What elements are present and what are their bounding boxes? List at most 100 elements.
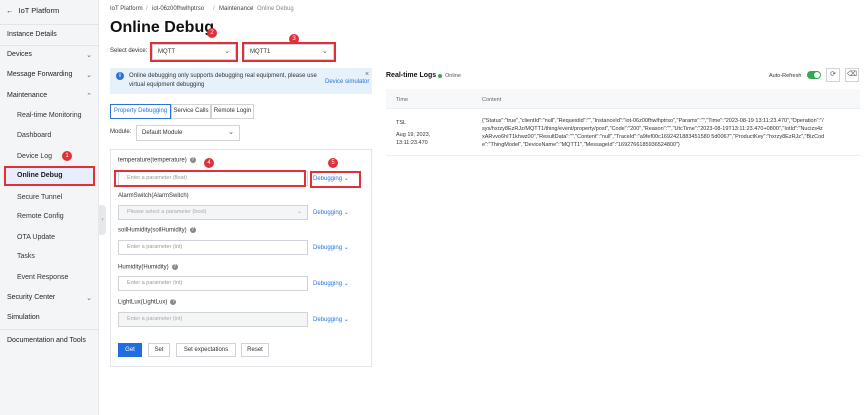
close-icon[interactable]: ×: [365, 71, 369, 78]
highlight-box: [242, 42, 336, 62]
property-label: Humidity(Humidity)?: [118, 264, 178, 271]
sidebar: ← IoT Platform Instance Details Devices …: [0, 0, 99, 415]
debugging-label: Debugging: [313, 210, 343, 216]
debugging-dropdown[interactable]: Debugging ⌄: [313, 209, 349, 216]
sidebar-item-documentation[interactable]: Documentation and Tools: [7, 337, 86, 344]
debugging-label: Debugging: [313, 245, 343, 251]
chevron-down-icon: ⌄: [86, 72, 92, 79]
debugging-label: Debugging: [313, 281, 343, 287]
divider: [0, 24, 99, 25]
auto-refresh-label: Auto-Refresh: [769, 73, 802, 79]
light-lux-input[interactable]: Enter a parameter (int): [118, 312, 308, 327]
sidebar-item-remote-config[interactable]: Remote Config: [17, 213, 64, 220]
breadcrumb-item[interactable]: IoT Platform: [110, 6, 143, 12]
set-expectations-button[interactable]: Set expectations: [176, 343, 236, 357]
get-button[interactable]: Get: [118, 343, 142, 357]
sidebar-item-security-center[interactable]: Security Center: [7, 294, 55, 301]
select-device-label: Select device:: [110, 48, 148, 54]
reset-button[interactable]: Reset: [241, 343, 269, 357]
refresh-icon[interactable]: ⟳: [826, 68, 840, 82]
column-header: Content: [482, 97, 502, 103]
help-icon[interactable]: ?: [189, 157, 196, 163]
log-time: 13:11:23.470: [396, 140, 428, 146]
sidebar-item-label: Online Debug: [17, 172, 63, 179]
chevron-down-icon: ⌄: [228, 129, 234, 136]
breadcrumb-current: Online Debug: [257, 6, 294, 12]
chevron-down-icon: ⌄: [343, 281, 349, 287]
tab-property-debugging[interactable]: Property Debugging: [110, 104, 171, 119]
tab-remote-login[interactable]: Remote Login: [211, 104, 254, 119]
back-label: IoT Platform: [18, 6, 60, 15]
chevron-down-icon: ⌄: [296, 209, 302, 215]
property-label: temperature(temperature)?: [118, 157, 196, 164]
log-content-line: {"Status":"true","clientId":"null","Requ…: [482, 118, 824, 124]
tab-service-calls[interactable]: Service Calls: [171, 104, 211, 119]
sidebar-item-secure-tunnel[interactable]: Secure Tunnel: [17, 194, 62, 201]
arrow-left-icon: ←: [6, 6, 14, 15]
sidebar-item-real-time-monitoring[interactable]: Real-time Monitoring: [17, 112, 82, 119]
help-icon[interactable]: ?: [171, 264, 178, 270]
module-label: Module:: [110, 129, 132, 135]
humidity-input[interactable]: Enter a parameter (int): [118, 276, 308, 291]
online-dot-icon: [438, 73, 442, 78]
sidebar-item-devices[interactable]: Devices: [7, 51, 32, 58]
log-content-line: e":"ThingModel","DeviceName":"MQTT1","Me…: [482, 142, 680, 148]
sidebar-item-message-forwarding[interactable]: Message Forwarding: [7, 71, 72, 78]
device-simulator-link[interactable]: Device simulator: [325, 79, 369, 85]
breadcrumb-separator: /: [213, 6, 215, 12]
breadcrumb-item[interactable]: Maintenance: [219, 6, 253, 12]
info-icon: i: [116, 72, 124, 80]
module-select-value: Default Module: [142, 130, 183, 136]
annotation-badge: 5: [328, 158, 338, 168]
page-title: Online Debug: [110, 19, 214, 36]
help-icon[interactable]: ?: [189, 227, 196, 233]
sidebar-item-online-debug[interactable]: Online Debug: [4, 166, 95, 186]
logs-title: Real-time Logs: [386, 72, 437, 79]
sidebar-item-tasks[interactable]: Tasks: [17, 253, 35, 260]
highlight-box: [310, 171, 361, 188]
info-banner: i Online debugging only supports debuggi…: [110, 68, 372, 94]
sidebar-item-device-log[interactable]: Device Log: [17, 153, 52, 160]
breadcrumb-separator: /: [251, 6, 253, 12]
set-button[interactable]: Set: [148, 343, 170, 357]
sidebar-item-simulation[interactable]: Simulation: [7, 314, 40, 321]
clear-logs-icon[interactable]: ⌫: [845, 68, 859, 82]
alarm-switch-select[interactable]: Please select a parameter (bool) ⌄: [118, 205, 308, 220]
select-placeholder: Please select a parameter (bool): [127, 209, 207, 215]
chevron-down-icon: ⌄: [343, 317, 349, 323]
property-label: LightLux(LightLux)?: [118, 299, 177, 306]
property-label-text: LightLux(LightLux): [118, 299, 168, 306]
divider: [0, 45, 99, 46]
property-label-text: Humidity(Humidity): [118, 264, 169, 271]
debugging-dropdown[interactable]: Debugging ⌄: [313, 316, 349, 323]
auto-refresh-toggle[interactable]: [807, 71, 821, 79]
debugging-dropdown[interactable]: Debugging ⌄: [313, 280, 349, 287]
annotation-badge: 1: [62, 151, 72, 161]
back-to-platform[interactable]: ← IoT Platform: [6, 6, 59, 15]
column-header: Time: [396, 97, 409, 103]
logs-table-header: [386, 89, 860, 109]
log-type: TSL: [396, 120, 407, 126]
annotation-badge: 2: [207, 28, 217, 38]
property-label: AlarmSwitch(AlarmSwitch): [118, 193, 189, 199]
divider: [386, 155, 860, 156]
sidebar-item-maintenance[interactable]: Maintenance: [7, 92, 47, 99]
log-content-line: xARvvo6hIT1khwz00","ResultData":"","Cont…: [482, 134, 825, 140]
debugging-dropdown[interactable]: Debugging ⌄: [313, 244, 349, 251]
breadcrumb-separator: /: [146, 6, 148, 12]
breadcrumb-item[interactable]: iot-06z00fhwlhptrso: [152, 6, 204, 12]
sidebar-item-ota-update[interactable]: OTA Update: [17, 234, 55, 241]
chevron-down-icon: ⌄: [86, 52, 92, 59]
sidebar-collapse-handle[interactable]: ‹: [99, 205, 106, 235]
sidebar-item-event-response[interactable]: Event Response: [17, 274, 68, 281]
log-date: Aug 19, 2023,: [396, 132, 431, 138]
module-select[interactable]: Default Module ⌄: [136, 125, 240, 141]
sidebar-item-instance-details[interactable]: Instance Details: [7, 31, 57, 38]
property-label-text: temperature(temperature): [118, 157, 187, 164]
soil-humidity-input[interactable]: Enter a parameter (int): [118, 240, 308, 255]
property-label-text: soilHumidity(soilHumidity): [118, 227, 187, 234]
help-icon[interactable]: ?: [170, 299, 177, 305]
chevron-down-icon: ⌄: [86, 295, 92, 302]
property-label: soilHumidity(soilHumidity)?: [118, 227, 196, 234]
sidebar-item-dashboard[interactable]: Dashboard: [17, 132, 51, 139]
